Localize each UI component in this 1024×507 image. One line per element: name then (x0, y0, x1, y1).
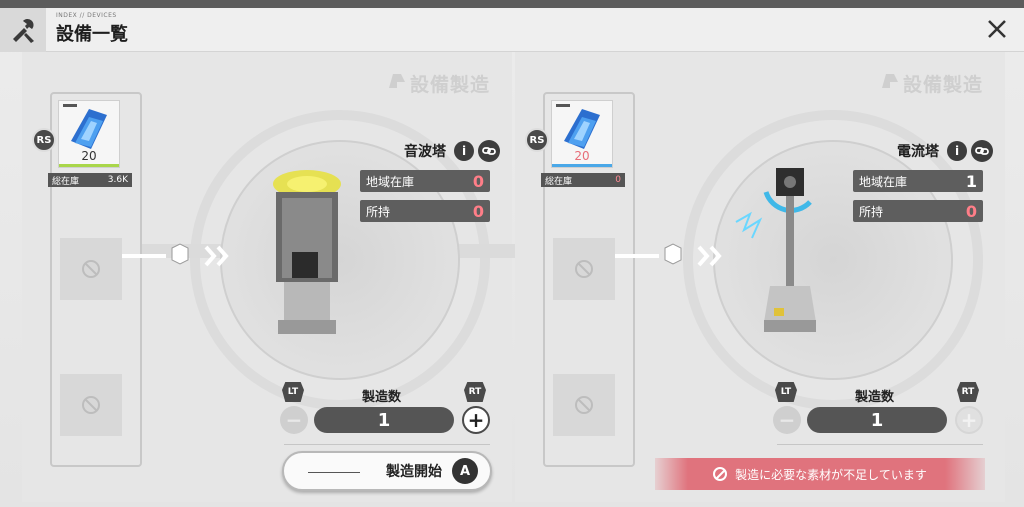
total-stock-label: 総在庫 (52, 176, 80, 187)
title-subtitle: INDEX // DEVICES (56, 12, 117, 19)
total-stock-value: 0 (615, 175, 621, 185)
quantity-display: 1 (807, 407, 947, 433)
start-production-label: 製造開始 (386, 464, 442, 480)
total-stock-value: 3.6K (107, 175, 128, 185)
blocked-icon (82, 260, 100, 278)
lt-button[interactable]: LT (282, 382, 304, 402)
regional-stock-value: 1 (965, 171, 977, 191)
owned-label: 所持 (366, 204, 391, 219)
divider (284, 444, 490, 445)
regional-stock-value: 0 (472, 171, 484, 191)
total-stock-row: 総在庫 3.6K (48, 173, 132, 187)
decrease-button[interactable]: − (773, 406, 801, 434)
close-button[interactable] (984, 16, 1010, 42)
link-icon[interactable] (478, 140, 500, 162)
material-count: 20 (574, 149, 590, 163)
info-icon[interactable]: i (454, 141, 474, 161)
quantity-display: 1 (314, 407, 454, 433)
owned-value: 0 (472, 201, 484, 221)
material-rarity-stripe (552, 164, 612, 167)
blocked-icon (575, 260, 593, 278)
owned-label: 所持 (859, 204, 884, 219)
device-name-row: 音波塔 i (404, 140, 500, 162)
rs-button[interactable]: RS (525, 128, 549, 152)
material-card[interactable]: 20 (551, 100, 613, 168)
material-card[interactable]: 20 (58, 100, 120, 168)
flow-connector (122, 243, 229, 267)
start-production-button[interactable]: 製造開始 A (282, 451, 492, 491)
regional-stock-row: 地域在庫 1 (853, 170, 983, 192)
info-icon[interactable]: i (947, 141, 967, 161)
close-icon (988, 20, 1006, 38)
total-stock-row: 総在庫 0 (541, 173, 625, 187)
current-tower-image (735, 168, 816, 332)
a-key-icon: A (452, 458, 478, 484)
page-title: 設備一覧 (56, 24, 128, 45)
quantity-label: 製造数 (362, 390, 402, 405)
owned-row: 所持 0 (360, 200, 490, 222)
factory-logo-icon (387, 72, 407, 95)
empty-material-slot (60, 374, 122, 436)
panel-watermark: 設備製造 (880, 70, 983, 97)
warning-text: 製造に必要な素材が不足しています (735, 467, 927, 482)
device-name: 電流塔 (897, 144, 939, 160)
rt-button[interactable]: RT (464, 382, 486, 402)
owned-value: 0 (965, 201, 977, 221)
insufficient-materials-warning: 製造に必要な素材が不足しています (655, 458, 985, 490)
device-name: 音波塔 (404, 144, 446, 160)
material-count: 20 (81, 149, 97, 163)
total-stock-label: 総在庫 (545, 176, 573, 187)
increase-button[interactable]: + (462, 406, 490, 434)
decrease-button[interactable]: − (280, 406, 308, 434)
factory-logo-icon (880, 72, 900, 95)
owned-row: 所持 0 (853, 200, 983, 222)
empty-material-slot (553, 238, 615, 300)
lt-button[interactable]: LT (775, 382, 797, 402)
device-name-row: 電流塔 i (897, 140, 993, 162)
title-bar: INDEX // DEVICES 設備一覧 (0, 8, 1024, 52)
build-tool-icon (0, 8, 46, 52)
regional-stock-label: 地域在庫 (859, 174, 908, 189)
flow-connector (615, 243, 722, 267)
panel-watermark: 設備製造 (387, 70, 490, 97)
link-icon[interactable] (971, 140, 993, 162)
prohibited-icon (713, 467, 728, 481)
equipment-list-window: INDEX // DEVICES 設備一覧 設備製造 RS 20 総在庫 3.6… (0, 8, 1024, 507)
sonic-tower-image (273, 170, 341, 334)
regional-stock-row: 地域在庫 0 (360, 170, 490, 192)
device-panel-sonic-tower: 設備製造 RS 20 総在庫 3.6K 音波塔 i 地域在庫 0 所持 0 LT… (22, 52, 522, 502)
button-decor-line (308, 472, 360, 473)
regional-stock-label: 地域在庫 (366, 174, 415, 189)
empty-material-slot (553, 374, 615, 436)
divider (777, 444, 983, 445)
rs-button[interactable]: RS (32, 128, 56, 152)
blocked-icon (575, 396, 593, 414)
quantity-label: 製造数 (855, 390, 895, 405)
blocked-icon (82, 396, 100, 414)
device-panel-current-tower: 設備製造 RS 20 総在庫 0 電流塔 i 地域在庫 1 所持 0 LT RT… (515, 52, 1005, 502)
material-rarity-stripe (59, 164, 119, 167)
increase-button[interactable]: + (955, 406, 983, 434)
rt-button[interactable]: RT (957, 382, 979, 402)
empty-material-slot (60, 238, 122, 300)
